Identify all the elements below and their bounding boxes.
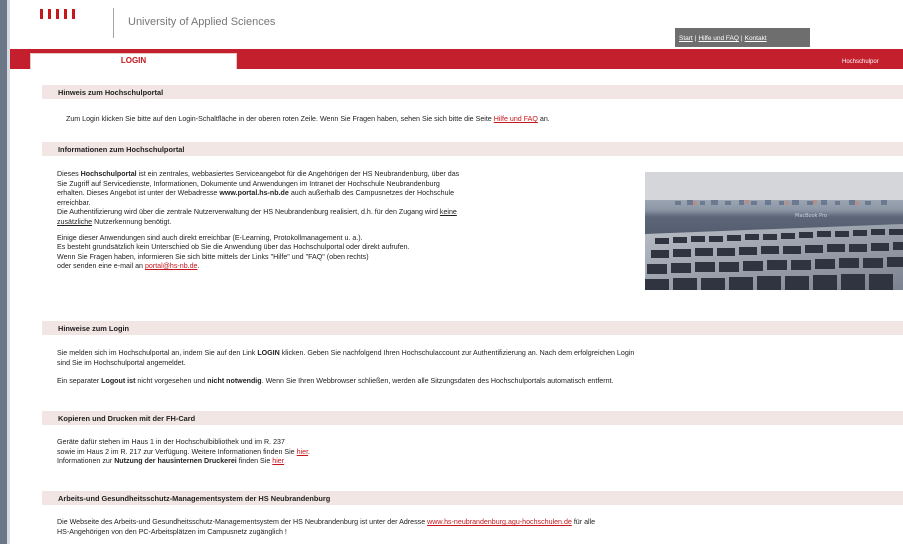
section-title-hinweis: Hinweis zum Hochschulportal	[42, 85, 903, 99]
hinweis-text: Zum Login klicken Sie bitte auf den Logi…	[66, 115, 550, 123]
login-tab[interactable]: LOGIN	[30, 53, 237, 69]
login-paragraph: Sie melden sich im Hochschulportal an, i…	[57, 349, 635, 386]
link-keine[interactable]: keine	[440, 208, 457, 216]
nav-link-help-faq[interactable]: Hilfe und FAQ	[698, 35, 738, 42]
link-agu-website[interactable]: www.hs-neubrandenburg.agu-hochschulen.de	[427, 518, 572, 526]
nav-link-start[interactable]: Start	[679, 35, 693, 42]
section-title-agu: Arbeits-und Gesundheitsschutz-Management…	[42, 491, 903, 505]
section-title-info: Informationen zum Hochschulportal	[42, 142, 903, 156]
fhcard-paragraph: Geräte dafür stehen im Haus 1 in der Hoc…	[57, 438, 311, 466]
nav-separator: |	[740, 35, 743, 42]
laptop-keyboard-photo: MacBook Pro	[645, 172, 903, 290]
photo-caption: MacBook Pro	[795, 213, 827, 219]
logo-divider	[113, 8, 114, 38]
nav-link-contact[interactable]: Kontakt	[745, 35, 767, 42]
link-hier-druckerei[interactable]: hier	[272, 457, 284, 465]
info-paragraph: Dieses Hochschulportal ist ein zentrales…	[57, 170, 460, 271]
top-navigation: Start | Hilfe und FAQ | Kontakt	[675, 28, 810, 47]
link-zusaetzliche[interactable]: zusätzliche	[57, 218, 92, 226]
link-hilfe-faq[interactable]: Hilfe und FAQ	[494, 115, 538, 123]
agu-paragraph: Die Webseite des Arbeits-und Gesundheits…	[57, 518, 596, 536]
link-portal-email[interactable]: portal@hs-nb.de	[145, 262, 198, 270]
nav-separator: |	[694, 35, 697, 42]
window-edge	[0, 0, 7, 544]
university-logo[interactable]	[40, 9, 75, 19]
menu-bar-portal-label[interactable]: Hochschulpor	[842, 59, 879, 65]
link-hier-info[interactable]: hier	[297, 448, 308, 456]
section-title-fhcard: Kopieren und Drucken mit der FH-Card	[42, 411, 903, 425]
section-title-login: Hinweise zum Login	[42, 321, 903, 335]
university-name: University of Applied Sciences	[128, 16, 276, 28]
